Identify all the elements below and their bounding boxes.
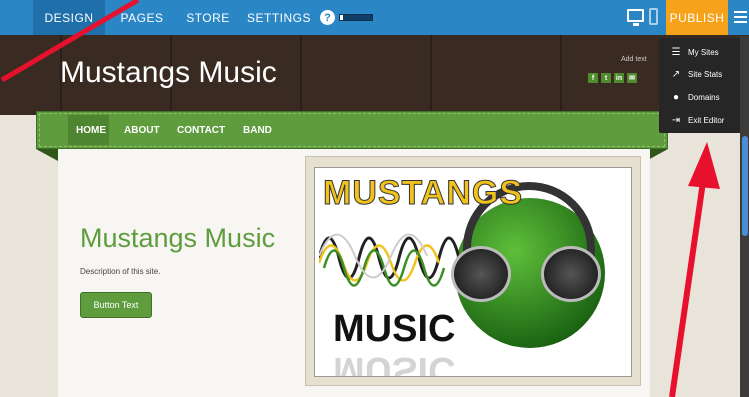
annotation-arrow-shaft bbox=[669, 174, 707, 397]
upload-progress-bar bbox=[339, 14, 373, 21]
editor-toolbar: DESIGN PAGES STORE SETTINGS ? PUBLISH bbox=[0, 0, 749, 35]
hamburger-menu-icon[interactable] bbox=[734, 11, 747, 23]
editor-right-scrollbar[interactable] bbox=[740, 36, 749, 397]
headphone-ear-left bbox=[451, 246, 511, 302]
add-text-placeholder[interactable]: Add text bbox=[621, 56, 647, 63]
nav-item-contact[interactable]: CONTACT bbox=[177, 125, 225, 136]
list-icon: ☰ bbox=[671, 46, 681, 58]
hero-title[interactable]: Mustangs Music bbox=[80, 223, 275, 254]
logo-word-music-reflection: MUSIC bbox=[333, 349, 456, 377]
upload-progress-fill bbox=[340, 15, 344, 20]
exit-icon: ⇥ bbox=[671, 114, 681, 126]
linkedin-icon[interactable]: in bbox=[614, 73, 624, 83]
email-icon[interactable]: ✉ bbox=[627, 73, 637, 83]
desktop-view-icon[interactable] bbox=[627, 9, 644, 26]
help-icon[interactable]: ? bbox=[320, 10, 335, 25]
site-menu-dropdown: ☰ My Sites ↗ Site Stats ● Domains ⇥ Exit Edi… bbox=[659, 38, 746, 133]
mobile-view-icon[interactable] bbox=[649, 8, 658, 25]
nav-item-home[interactable]: HOME bbox=[76, 125, 106, 136]
headphone-ear-right bbox=[541, 246, 601, 302]
menu-item-label: Site Stats bbox=[688, 69, 723, 79]
tab-design[interactable]: DESIGN bbox=[33, 0, 105, 35]
menu-item-domains[interactable]: ● Domains bbox=[671, 89, 720, 105]
hero-description[interactable]: Description of this site. bbox=[80, 267, 160, 276]
tab-store[interactable]: STORE bbox=[172, 0, 244, 35]
menu-item-label: Domains bbox=[688, 92, 720, 102]
tab-pages[interactable]: PAGES bbox=[106, 0, 178, 35]
social-icons: f t in ✉ bbox=[588, 73, 637, 83]
menu-item-exit-editor[interactable]: ⇥ Exit Editor bbox=[671, 112, 725, 128]
menu-item-label: My Sites bbox=[688, 47, 719, 57]
menu-item-my-sites[interactable]: ☰ My Sites bbox=[671, 44, 719, 60]
globe-icon: ● bbox=[672, 91, 680, 103]
trend-icon: ↗ bbox=[671, 68, 681, 80]
menu-item-site-stats[interactable]: ↗ Site Stats bbox=[671, 66, 722, 82]
logo-word-mustangs: MUSTANGS bbox=[322, 174, 524, 213]
sound-waves-graphic bbox=[319, 233, 459, 287]
facebook-icon[interactable]: f bbox=[588, 73, 598, 83]
twitter-icon[interactable]: t bbox=[601, 73, 611, 83]
nav-item-about[interactable]: ABOUT bbox=[124, 125, 160, 136]
publish-button[interactable]: PUBLISH bbox=[666, 0, 728, 35]
tab-settings[interactable]: SETTINGS bbox=[240, 0, 318, 35]
nav-ribbon-fold-left bbox=[36, 149, 58, 161]
nav-item-band[interactable]: BAND bbox=[243, 125, 272, 136]
site-title[interactable]: Mustangs Music bbox=[60, 56, 277, 90]
logo-word-music: MUSIC bbox=[333, 308, 456, 350]
annotation-arrow-head bbox=[688, 142, 720, 189]
menu-item-label: Exit Editor bbox=[688, 115, 725, 125]
hero-button[interactable]: Button Text bbox=[80, 292, 152, 318]
mustangs-music-logo-image[interactable]: MUSTANGS MUSIC MUSIC bbox=[314, 167, 632, 377]
